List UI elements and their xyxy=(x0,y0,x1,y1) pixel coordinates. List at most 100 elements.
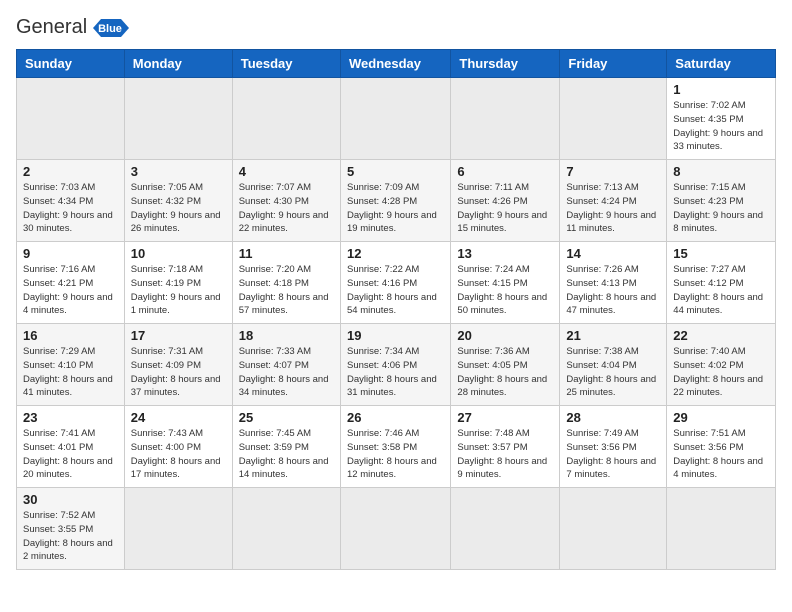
calendar-day: 22 Sunrise: 7:40 AMSunset: 4:02 PMDayligh… xyxy=(667,324,776,406)
day-number: 29 xyxy=(673,410,769,425)
calendar-day xyxy=(560,488,667,570)
day-info: Sunrise: 7:03 AMSunset: 4:34 PMDaylight:… xyxy=(23,181,118,236)
day-info: Sunrise: 7:36 AMSunset: 4:05 PMDaylight:… xyxy=(457,345,553,400)
day-info: Sunrise: 7:15 AMSunset: 4:23 PMDaylight:… xyxy=(673,181,769,236)
day-number: 23 xyxy=(23,410,118,425)
calendar-day: 8 Sunrise: 7:15 AMSunset: 4:23 PMDaylight… xyxy=(667,160,776,242)
calendar-day: 3 Sunrise: 7:05 AMSunset: 4:32 PMDaylight… xyxy=(124,160,232,242)
day-info: Sunrise: 7:41 AMSunset: 4:01 PMDaylight:… xyxy=(23,427,118,482)
calendar-table: SundayMondayTuesdayWednesdayThursdayFrid… xyxy=(16,49,776,570)
day-info: Sunrise: 7:20 AMSunset: 4:18 PMDaylight:… xyxy=(239,263,334,318)
day-info: Sunrise: 7:24 AMSunset: 4:15 PMDaylight:… xyxy=(457,263,553,318)
calendar-week: 9Sunrise: 7:16 AMSunset: 4:21 PMDaylight… xyxy=(17,242,776,324)
calendar-day xyxy=(340,488,450,570)
calendar-day: 10 Sunrise: 7:18 AMSunset: 4:19 PMDayligh… xyxy=(124,242,232,324)
day-number: 11 xyxy=(239,246,334,261)
day-number: 3 xyxy=(131,164,226,179)
calendar-day xyxy=(451,488,560,570)
calendar-week: 30Sunrise: 7:52 AMSunset: 3:55 PMDayligh… xyxy=(17,488,776,570)
calendar-day: 14Sunrise: 7:26 AMSunset: 4:13 PMDayligh… xyxy=(560,242,667,324)
day-number: 2 xyxy=(23,164,118,179)
day-info: Sunrise: 7:49 AMSunset: 3:56 PMDaylight:… xyxy=(566,427,660,482)
calendar-day: 17Sunrise: 7:31 AMSunset: 4:09 PMDayligh… xyxy=(124,324,232,406)
day-info: Sunrise: 7:07 AMSunset: 4:30 PMDaylight:… xyxy=(239,181,334,236)
weekday-header: Friday xyxy=(560,50,667,78)
day-info: Sunrise: 7:46 AMSunset: 3:58 PMDaylight:… xyxy=(347,427,444,482)
svg-text:Blue: Blue xyxy=(98,23,122,35)
weekday-header: Sunday xyxy=(17,50,125,78)
day-info: Sunrise: 7:34 AMSunset: 4:06 PMDaylight:… xyxy=(347,345,444,400)
calendar-week: 1 Sunrise: 7:02 AMSunset: 4:35 PMDaylight… xyxy=(17,78,776,160)
day-number: 12 xyxy=(347,246,444,261)
day-info: Sunrise: 7:22 AMSunset: 4:16 PMDaylight:… xyxy=(347,263,444,318)
calendar-day: 20 Sunrise: 7:36 AMSunset: 4:05 PMDayligh… xyxy=(451,324,560,406)
day-info: Sunrise: 7:02 AMSunset: 4:35 PMDaylight:… xyxy=(673,99,769,154)
calendar-day: 12 Sunrise: 7:22 AMSunset: 4:16 PMDayligh… xyxy=(340,242,450,324)
day-number: 14 xyxy=(566,246,660,261)
day-number: 15 xyxy=(673,246,769,261)
day-number: 20 xyxy=(457,328,553,343)
calendar-day: 24 Sunrise: 7:43 AMSunset: 4:00 PMDayligh… xyxy=(124,406,232,488)
calendar-day xyxy=(340,78,450,160)
calendar-day: 30Sunrise: 7:52 AMSunset: 3:55 PMDayligh… xyxy=(17,488,125,570)
day-number: 16 xyxy=(23,328,118,343)
calendar-day: 25Sunrise: 7:45 AMSunset: 3:59 PMDayligh… xyxy=(232,406,340,488)
day-info: Sunrise: 7:18 AMSunset: 4:19 PMDaylight:… xyxy=(131,263,226,318)
calendar-day: 27Sunrise: 7:48 AMSunset: 3:57 PMDayligh… xyxy=(451,406,560,488)
day-info: Sunrise: 7:43 AMSunset: 4:00 PMDaylight:… xyxy=(131,427,226,482)
day-info: Sunrise: 7:33 AMSunset: 4:07 PMDaylight:… xyxy=(239,345,334,400)
calendar-day xyxy=(451,78,560,160)
calendar-day xyxy=(124,488,232,570)
day-number: 7 xyxy=(566,164,660,179)
calendar-day: 11 Sunrise: 7:20 AMSunset: 4:18 PMDayligh… xyxy=(232,242,340,324)
page-header: General Blue xyxy=(16,16,776,39)
logo-icon: Blue xyxy=(91,17,129,39)
day-info: Sunrise: 7:45 AMSunset: 3:59 PMDaylight:… xyxy=(239,427,334,482)
calendar-day xyxy=(124,78,232,160)
day-number: 1 xyxy=(673,82,769,97)
calendar-day: 21 Sunrise: 7:38 AMSunset: 4:04 PMDayligh… xyxy=(560,324,667,406)
day-info: Sunrise: 7:11 AMSunset: 4:26 PMDaylight:… xyxy=(457,181,553,236)
day-info: Sunrise: 7:40 AMSunset: 4:02 PMDaylight:… xyxy=(673,345,769,400)
logo-text: General xyxy=(16,16,87,39)
calendar-day xyxy=(667,488,776,570)
calendar-day: 4 Sunrise: 7:07 AMSunset: 4:30 PMDaylight… xyxy=(232,160,340,242)
day-number: 13 xyxy=(457,246,553,261)
calendar-day: 13 Sunrise: 7:24 AMSunset: 4:15 PMDayligh… xyxy=(451,242,560,324)
day-info: Sunrise: 7:51 AMSunset: 3:56 PMDaylight:… xyxy=(673,427,769,482)
day-number: 30 xyxy=(23,492,118,507)
day-number: 21 xyxy=(566,328,660,343)
calendar-week: 16Sunrise: 7:29 AMSunset: 4:10 PMDayligh… xyxy=(17,324,776,406)
day-info: Sunrise: 7:38 AMSunset: 4:04 PMDaylight:… xyxy=(566,345,660,400)
calendar-day xyxy=(232,488,340,570)
day-number: 8 xyxy=(673,164,769,179)
calendar-week: 2 Sunrise: 7:03 AMSunset: 4:34 PMDaylight… xyxy=(17,160,776,242)
day-number: 19 xyxy=(347,328,444,343)
calendar-day: 9Sunrise: 7:16 AMSunset: 4:21 PMDaylight… xyxy=(17,242,125,324)
calendar-day: 18 Sunrise: 7:33 AMSunset: 4:07 PMDayligh… xyxy=(232,324,340,406)
calendar-day: 5 Sunrise: 7:09 AMSunset: 4:28 PMDaylight… xyxy=(340,160,450,242)
day-number: 6 xyxy=(457,164,553,179)
calendar-day: 1 Sunrise: 7:02 AMSunset: 4:35 PMDaylight… xyxy=(667,78,776,160)
day-number: 22 xyxy=(673,328,769,343)
weekday-header: Thursday xyxy=(451,50,560,78)
calendar-day: 16Sunrise: 7:29 AMSunset: 4:10 PMDayligh… xyxy=(17,324,125,406)
calendar-day xyxy=(17,78,125,160)
calendar-day: 19 Sunrise: 7:34 AMSunset: 4:06 PMDayligh… xyxy=(340,324,450,406)
day-number: 18 xyxy=(239,328,334,343)
weekday-header: Monday xyxy=(124,50,232,78)
calendar-day: 2 Sunrise: 7:03 AMSunset: 4:34 PMDaylight… xyxy=(17,160,125,242)
calendar-day: 23 Sunrise: 7:41 AMSunset: 4:01 PMDayligh… xyxy=(17,406,125,488)
day-number: 4 xyxy=(239,164,334,179)
calendar-day: 28Sunrise: 7:49 AMSunset: 3:56 PMDayligh… xyxy=(560,406,667,488)
day-info: Sunrise: 7:09 AMSunset: 4:28 PMDaylight:… xyxy=(347,181,444,236)
day-info: Sunrise: 7:31 AMSunset: 4:09 PMDaylight:… xyxy=(131,345,226,400)
day-info: Sunrise: 7:16 AMSunset: 4:21 PMDaylight:… xyxy=(23,263,118,318)
day-number: 5 xyxy=(347,164,444,179)
day-info: Sunrise: 7:05 AMSunset: 4:32 PMDaylight:… xyxy=(131,181,226,236)
day-number: 10 xyxy=(131,246,226,261)
calendar-day: 26Sunrise: 7:46 AMSunset: 3:58 PMDayligh… xyxy=(340,406,450,488)
weekday-header: Tuesday xyxy=(232,50,340,78)
day-number: 24 xyxy=(131,410,226,425)
calendar-day xyxy=(232,78,340,160)
